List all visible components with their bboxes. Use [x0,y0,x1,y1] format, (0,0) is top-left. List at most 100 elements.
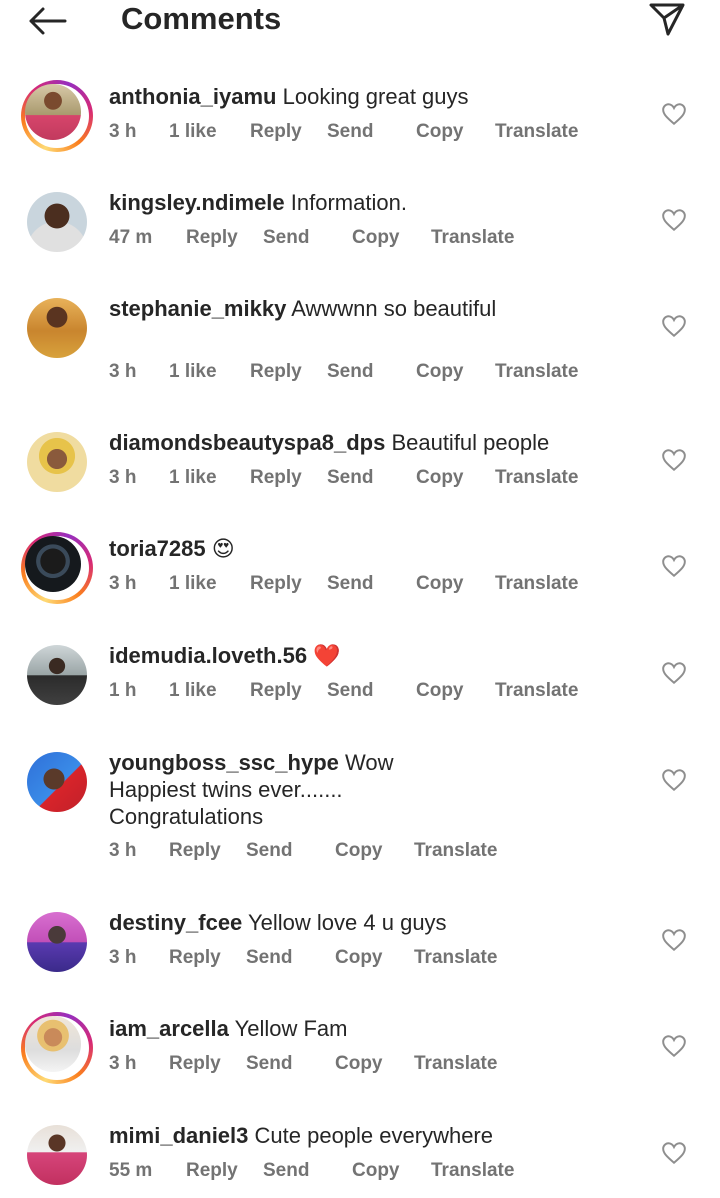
avatar-story-ring[interactable] [21,1012,93,1084]
heart-icon[interactable] [661,208,687,232]
heart-icon[interactable] [661,768,687,792]
comment-text-block: iam_arcella Yellow Fam [109,1015,629,1042]
comment-username[interactable]: kingsley.ndimele [109,190,285,215]
comment-username[interactable]: toria7285 [109,536,206,561]
reply-button[interactable]: Reply [186,227,238,249]
heart-icon[interactable] [661,1034,687,1058]
reply-button[interactable]: Reply [250,361,302,383]
likes-count[interactable]: 1 like [169,680,217,702]
avatar-frame[interactable] [21,186,93,258]
reply-button[interactable]: Reply [169,947,221,969]
copy-button[interactable]: Copy [352,1160,400,1182]
send-button[interactable]: Send [327,361,373,383]
heart-icon[interactable] [661,554,687,578]
comment-time: 3 h [109,361,137,382]
comment-username[interactable]: anthonia_iyamu [109,84,276,109]
reply-button[interactable]: Reply [250,573,302,595]
paper-plane-icon [649,3,685,36]
send-button[interactable]: Send [327,467,373,489]
comment-body: Looking great guys [282,84,469,109]
likes-count[interactable]: 1 like [169,467,217,489]
copy-button[interactable]: Copy [416,680,464,702]
heart-icon[interactable] [661,661,687,685]
copy-button[interactable]: Copy [416,573,464,595]
comment-body: Wow [345,750,394,775]
comment-username[interactable]: mimi_daniel3 [109,1123,248,1148]
comment-body: Yellow Fam [234,1016,348,1041]
translate-button[interactable]: Translate [495,121,578,143]
reply-button[interactable]: Reply [169,1053,221,1075]
send-button[interactable]: Send [327,573,373,595]
copy-button[interactable]: Copy [416,467,464,489]
send-button[interactable]: Send [327,680,373,702]
copy-button[interactable]: Copy [335,947,383,969]
reply-button[interactable]: Reply [169,840,221,862]
send-button[interactable]: Send [263,227,309,249]
copy-button[interactable]: Copy [416,121,464,143]
avatar [27,1125,87,1185]
comment-username[interactable]: youngboss_ssc_hype [109,750,339,775]
comment-body-line: Happiest twins ever....... [109,777,343,802]
send-button[interactable]: Send [263,1160,309,1182]
comment-text-block: youngboss_ssc_hype Wow Happiest twins ev… [109,749,629,830]
likes-count[interactable]: 1 like [169,573,217,595]
comment-username[interactable]: diamondsbeautyspa8_dps [109,430,385,455]
heart-icon[interactable] [661,1141,687,1165]
comment-body: Information. [290,190,407,215]
translate-button[interactable]: Translate [414,947,497,969]
avatar [27,192,87,252]
comment-text-block: idemudia.loveth.56 ❤️ [109,642,629,669]
reply-button[interactable]: Reply [250,467,302,489]
send-button[interactable]: Send [246,840,292,862]
reply-button[interactable]: Reply [186,1160,238,1182]
send-button[interactable]: Send [246,947,292,969]
back-button[interactable] [26,4,68,38]
copy-button[interactable]: Copy [352,227,400,249]
send-button[interactable]: Send [246,1053,292,1075]
comment-time: 3 h [109,840,137,861]
comment-body: Beautiful people [391,430,550,455]
copy-button[interactable]: Copy [335,1053,383,1075]
send-button[interactable]: Send [327,121,373,143]
avatar-frame[interactable] [21,1119,93,1191]
copy-button[interactable]: Copy [416,361,464,383]
avatar-frame[interactable] [21,906,93,978]
comment-username[interactable]: destiny_fcee [109,910,242,935]
comment-username[interactable]: idemudia.loveth.56 [109,643,307,668]
reply-button[interactable]: Reply [250,121,302,143]
comment-time: 3 h [109,121,137,142]
translate-button[interactable]: Translate [495,680,578,702]
comment-username[interactable]: stephanie_mikky [109,296,286,321]
top-bar: Comments [0,0,720,44]
likes-count[interactable]: 1 like [169,361,217,383]
avatar-frame[interactable] [21,292,93,364]
likes-count[interactable]: 1 like [169,121,217,143]
share-button[interactable] [646,0,688,38]
heart-icon[interactable] [661,448,687,472]
avatar-frame[interactable] [21,639,93,711]
reply-button[interactable]: Reply [250,680,302,702]
translate-button[interactable]: Translate [495,573,578,595]
copy-button[interactable]: Copy [335,840,383,862]
translate-button[interactable]: Translate [431,227,514,249]
avatar-story-ring[interactable] [21,532,93,604]
translate-button[interactable]: Translate [495,361,578,383]
heart-icon[interactable] [661,928,687,952]
back-arrow-icon [29,7,67,35]
avatar-story-ring[interactable] [21,80,93,152]
avatar [25,1016,81,1072]
comment-time: 47 m [109,227,153,248]
comment-username[interactable]: iam_arcella [109,1016,229,1041]
comment-time: 3 h [109,947,137,968]
avatar-frame[interactable] [21,426,93,498]
translate-button[interactable]: Translate [414,1053,497,1075]
translate-button[interactable]: Translate [431,1160,514,1182]
translate-button[interactable]: Translate [495,467,578,489]
translate-button[interactable]: Translate [414,840,497,862]
comment-text-block: toria7285 😍 [109,535,629,562]
avatar-frame[interactable] [21,746,93,818]
avatar [27,432,87,492]
comment-text-block: destiny_fcee Yellow love 4 u guys [109,909,629,936]
heart-icon[interactable] [661,314,687,338]
heart-icon[interactable] [661,102,687,126]
